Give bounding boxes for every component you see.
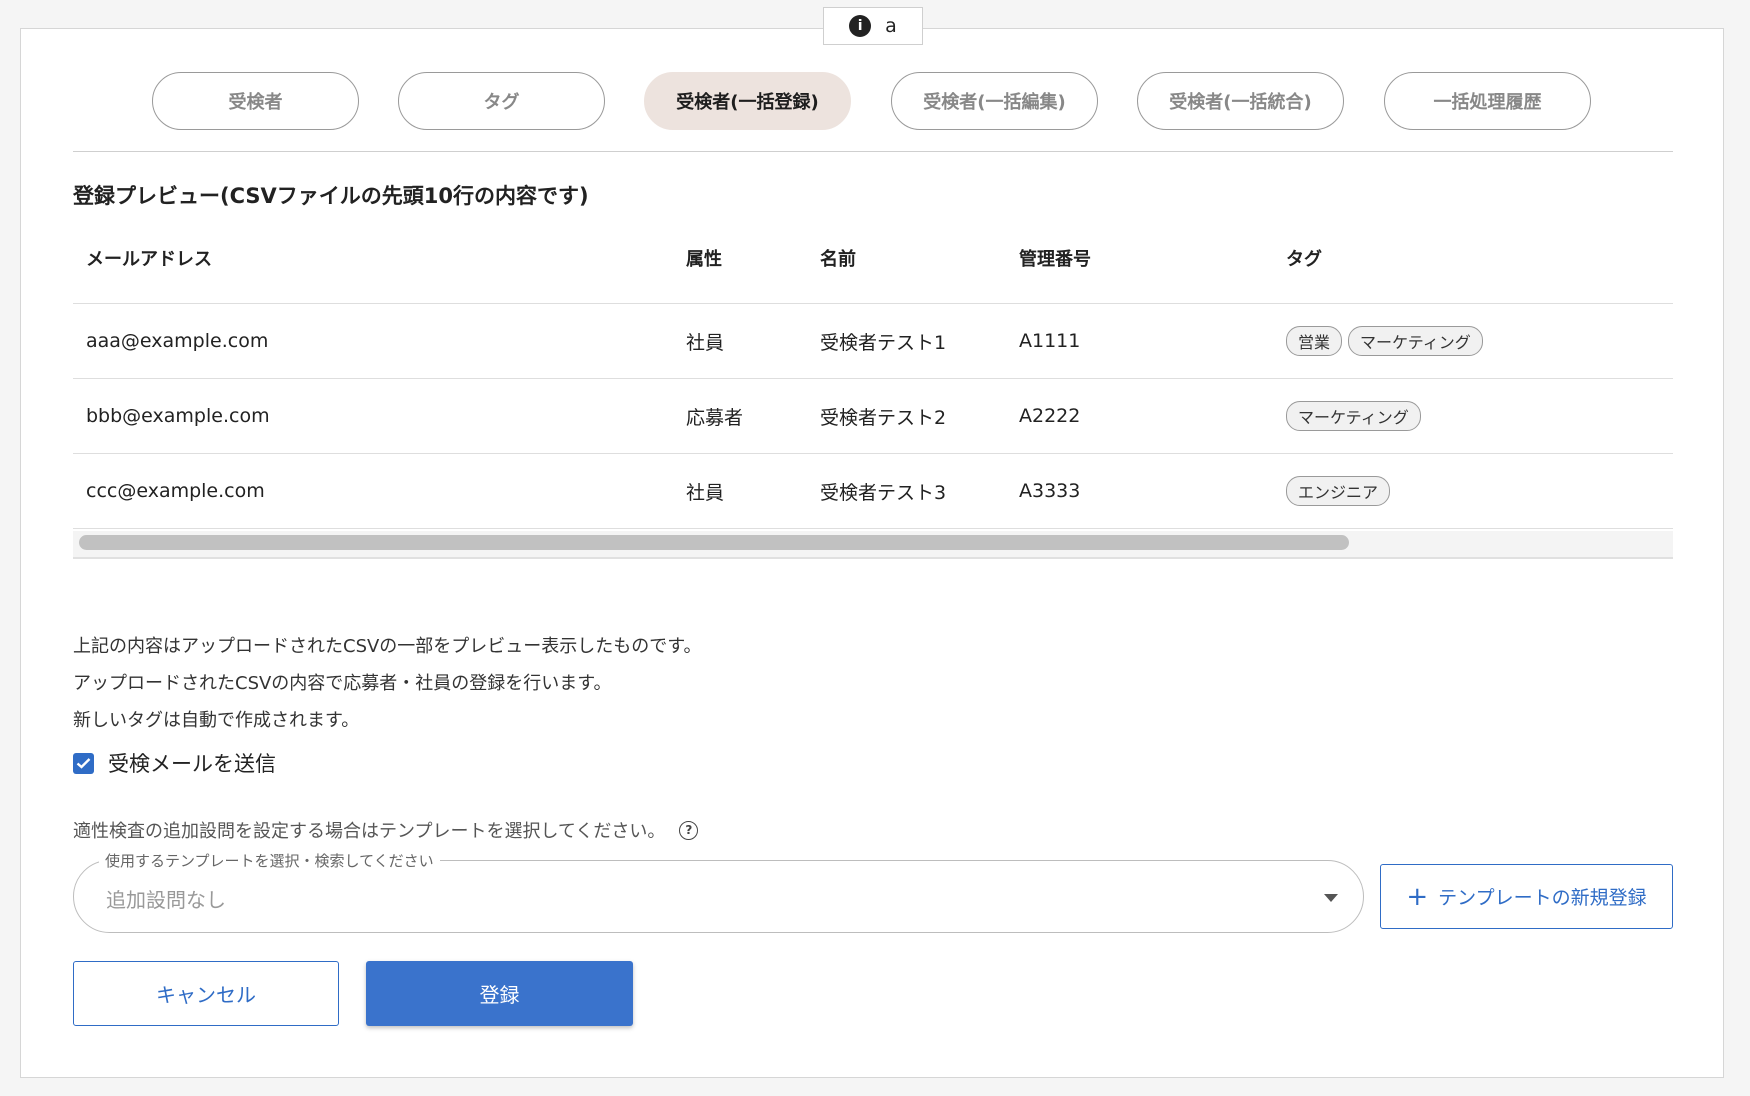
scrollbar-thumb[interactable] (79, 535, 1349, 550)
cell-email: ccc@example.com (86, 480, 265, 502)
dropdown-arrow-icon[interactable] (1324, 894, 1338, 902)
tag-chip: マーケティング (1286, 401, 1421, 431)
tab-label: 受検者(一括登録) (676, 92, 819, 113)
cell-attribute: 社員 (686, 331, 725, 354)
table-header: メールアドレス 属性 名前 管理番号 タグ (73, 225, 1673, 304)
template-select-label: 使用するテンプレートを選択・検索してください (99, 850, 440, 871)
template-select[interactable]: 使用するテンプレートを選択・検索してください 追加設問なし (73, 850, 1364, 933)
tab-bulk-edit[interactable]: 受検者(一括編集) (891, 72, 1098, 130)
table-row: aaa@example.com 社員 受検者テスト1 A1111 営業 マーケテ… (73, 304, 1673, 379)
check-icon (76, 758, 91, 769)
column-header-name: 名前 (820, 249, 856, 270)
send-mail-option[interactable]: 受検メールを送信 (73, 748, 276, 778)
table-row: bbb@example.com 応募者 受検者テスト2 A2222 マーケティン… (73, 379, 1673, 454)
column-header-attribute: 属性 (686, 249, 722, 270)
tab-label: 受検者 (228, 92, 283, 113)
tag-chip: マーケティング (1348, 326, 1483, 356)
register-button[interactable]: 登録 (366, 961, 633, 1026)
cell-attribute: 社員 (686, 481, 725, 504)
tab-label: 一括処理履歴 (1433, 92, 1542, 113)
tab-label: 受検者(一括編集) (923, 92, 1066, 113)
note-line: 新しいタグは自動で作成されます。 (73, 710, 360, 731)
cell-email: aaa@example.com (86, 330, 269, 352)
note-line: 上記の内容はアップロードされたCSVの一部をプレビュー表示したものです。 (73, 636, 702, 657)
cancel-button[interactable]: キャンセル (73, 961, 339, 1026)
send-mail-label: 受検メールを送信 (108, 752, 276, 776)
cell-attribute: 応募者 (686, 406, 744, 429)
cell-id: A1111 (1019, 330, 1081, 352)
cell-tags: エンジニア (1286, 454, 1396, 528)
cell-name: 受検者テスト3 (820, 481, 947, 504)
tab-label: 受検者(一括統合) (1169, 92, 1312, 113)
cell-tags: マーケティング (1286, 379, 1427, 453)
preview-title: 登録プレビュー(CSVファイルの先頭10行の内容です) (73, 184, 589, 208)
column-header-tags: タグ (1286, 249, 1322, 270)
tab-bulk-history[interactable]: 一括処理履歴 (1384, 72, 1591, 130)
tag-chip: エンジニア (1286, 476, 1391, 506)
tab-examinee[interactable]: 受検者 (152, 72, 359, 130)
template-hint: 適性検査の追加設問を設定する場合はテンプレートを選択してください。 ? (73, 817, 699, 843)
tab-bulk-merge[interactable]: 受検者(一括統合) (1137, 72, 1344, 130)
cell-tags: 営業 マーケティング (1286, 304, 1489, 378)
template-hint-text: 適性検査の追加設問を設定する場合はテンプレートを選択してください。 (73, 821, 666, 842)
column-header-email: メールアドレス (86, 249, 212, 270)
new-template-button[interactable]: + テンプレートの新規登録 (1380, 864, 1673, 929)
help-icon[interactable]: ? (679, 820, 699, 840)
tab-label: タグ (483, 92, 520, 113)
horizontal-scrollbar[interactable] (73, 531, 1673, 559)
cell-name: 受検者テスト1 (820, 331, 947, 354)
cell-email: bbb@example.com (86, 405, 270, 427)
preview-table: メールアドレス 属性 名前 管理番号 タグ aaa@example.com 社員… (73, 225, 1673, 529)
table-row: ccc@example.com 社員 受検者テスト3 A3333 エンジニア (73, 454, 1673, 529)
note-line: アップロードされたCSVの内容で応募者・社員の登録を行います。 (73, 673, 612, 694)
info-chip-label: a (885, 15, 897, 37)
cell-id: A3333 (1019, 480, 1081, 502)
cell-id: A2222 (1019, 405, 1081, 427)
divider (73, 151, 1673, 152)
tag-chip: 営業 (1286, 326, 1343, 356)
tab-bulk-register[interactable]: 受検者(一括登録) (644, 72, 851, 130)
info-chip[interactable]: i a (823, 7, 923, 45)
new-template-label: テンプレートの新規登録 (1438, 887, 1647, 909)
column-header-id: 管理番号 (1019, 249, 1091, 270)
cell-name: 受検者テスト2 (820, 406, 947, 429)
plus-icon: + (1406, 881, 1429, 912)
tab-tags[interactable]: タグ (398, 72, 605, 130)
template-select-value: 追加設問なし (106, 888, 226, 912)
send-mail-checkbox[interactable] (73, 752, 94, 774)
info-icon: i (849, 15, 872, 37)
